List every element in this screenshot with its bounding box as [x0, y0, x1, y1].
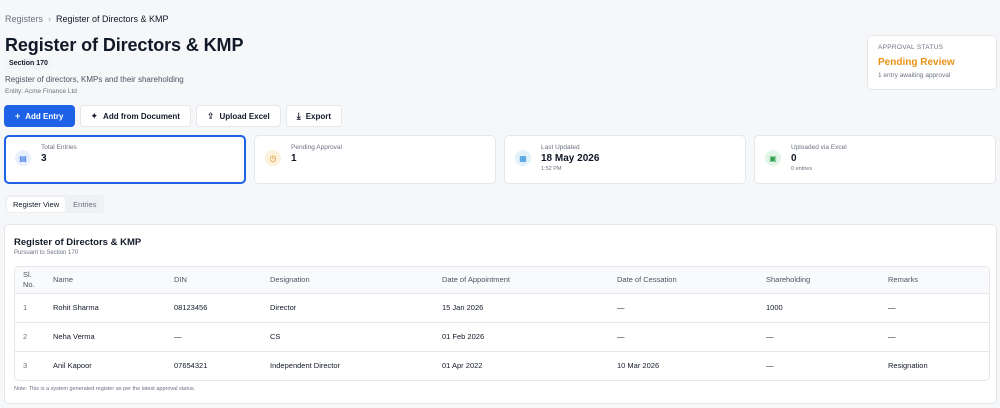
cell-date-of-cessation: 10 Mar 2026 [617, 361, 660, 371]
stat-card-uploaded-excel[interactable]: ▣ Uploaded via Excel 0 0 entries [754, 135, 996, 184]
col-din: DIN [166, 267, 262, 294]
cell-shareholding: 1000 [758, 293, 880, 323]
stat-value: 0 [791, 153, 797, 164]
cell-din: — [166, 322, 262, 352]
cell-din: 08123456 [166, 293, 262, 323]
stat-title: Total Entries [41, 144, 77, 151]
cell-date-of-cessation: — [609, 322, 758, 352]
cell-date-of-appointment: 15 Jan 2026 [434, 293, 609, 323]
stat-sub: 1:52 PM [541, 166, 562, 172]
page-subtitle: Register of directors, KMPs and their sh… [5, 75, 184, 84]
stat-value: 18 May 2026 [541, 153, 600, 164]
add-entry-label: Add Entry [25, 111, 64, 121]
export-button[interactable]: ⤓ Export [285, 105, 343, 127]
section-badge: Section 170 [5, 58, 52, 69]
stat-value: 1 [291, 153, 297, 164]
cell-sl-no: 1 [15, 293, 45, 323]
cell-name: Neha Verma [45, 322, 166, 352]
col-sl-no: Sl. No. [15, 267, 45, 294]
col-name: Name [45, 267, 166, 294]
chevron-right-icon: › [48, 14, 52, 24]
add-from-document-button[interactable]: ✦ Add from Document [79, 105, 191, 127]
upload-excel-button[interactable]: ⇪ Upload Excel [195, 105, 281, 127]
register-footnote: Note: This is a system generated registe… [14, 386, 196, 392]
stat-card-total-entries[interactable]: ▤ Total Entries 3 [4, 135, 246, 184]
download-icon: ⤓ [296, 110, 301, 121]
stat-title: Pending Approval [291, 144, 342, 151]
cell-shareholding: — [766, 361, 774, 371]
col-date-of-appointment: Date of Appointment [434, 267, 609, 294]
table-row: 2 Neha Verma — CS 01 Feb 2026 — — — [15, 322, 989, 352]
breadcrumb: Registers › Register of Directors & KMP [5, 14, 169, 24]
cell-date-of-appointment: 01 Apr 2022 [442, 361, 483, 371]
stat-title: Last Updated [541, 144, 580, 151]
register-table: Sl. No. Name DIN Designation Date of App… [14, 266, 990, 381]
col-designation: Designation [262, 267, 434, 294]
add-entry-button[interactable]: + Add Entry [4, 105, 75, 127]
approval-status-value: Pending Review [878, 57, 955, 68]
register-subtitle: Pursuant to Section 170 [14, 250, 79, 256]
cell-date-of-appointment: 01 Feb 2026 [434, 322, 609, 352]
plus-icon: + [15, 110, 21, 121]
cell-remarks: — [880, 322, 989, 352]
add-from-document-label: Add from Document [103, 111, 180, 121]
cell-designation: Director [262, 293, 434, 323]
cell-designation: CS [262, 322, 434, 352]
tab-entries[interactable]: Entries [67, 197, 102, 212]
table-row: 3 Anil Kapoor 07654321 Independent Direc… [15, 351, 989, 380]
excel-file-icon: ▣ [765, 150, 781, 166]
clipboard-icon: ▤ [15, 150, 31, 166]
table-header-row: Sl. No. Name DIN Designation Date of App… [15, 267, 989, 294]
register-title: Register of Directors & KMP [14, 237, 142, 248]
view-tabs: Register View Entries [5, 195, 105, 213]
sparkle-icon: ✦ [90, 110, 99, 121]
page-title: Register of Directors & KMP [5, 35, 244, 55]
col-shareholding: Shareholding [758, 267, 880, 294]
cell-sl-no: 3 [23, 361, 28, 371]
clock-icon: ◷ [265, 150, 281, 166]
stat-card-pending-approval[interactable]: ◷ Pending Approval 1 [254, 135, 496, 184]
stats-row: ▤ Total Entries 3 ◷ Pending Approval 1 ▦… [4, 135, 996, 184]
cell-din: 07654321 [174, 361, 208, 371]
breadcrumb-registers-link[interactable]: Registers [5, 14, 43, 24]
cell-remarks: Resignation [888, 361, 928, 371]
calendar-icon: ▦ [515, 150, 531, 166]
stat-value: 3 [41, 153, 47, 164]
stat-sub: 0 entries [791, 166, 813, 172]
cell-shareholding: — [758, 322, 880, 352]
cell-remarks: — [880, 293, 989, 323]
cell-sl-no: 2 [15, 322, 45, 352]
cell-name: Rohit Sharma [45, 293, 166, 323]
stat-title: Uploaded via Excel [791, 144, 847, 151]
cell-name: Anil Kapoor [53, 361, 92, 371]
approval-status-note: 1 entry awaiting approval [878, 72, 951, 79]
approval-status-label: APPROVAL STATUS [878, 44, 944, 51]
table-row: 1 Rohit Sharma 08123456 Director 15 Jan … [15, 293, 989, 323]
approval-status-card: APPROVAL STATUS Pending Review 1 entry a… [867, 35, 997, 90]
tab-register-view[interactable]: Register View [7, 196, 66, 212]
register-panel: Register of Directors & KMP Pursuant to … [4, 224, 997, 404]
cell-designation: Independent Director [270, 361, 341, 371]
upload-excel-label: Upload Excel [219, 111, 270, 121]
toolbar: + Add Entry ✦ Add from Document ⇪ Upload… [4, 105, 343, 127]
col-remarks: Remarks [880, 267, 989, 294]
upload-icon: ⇪ [206, 110, 215, 121]
col-date-of-cessation: Date of Cessation [609, 267, 758, 294]
cell-date-of-cessation: — [609, 293, 758, 323]
stat-card-last-updated[interactable]: ▦ Last Updated 18 May 2026 1:52 PM [504, 135, 746, 184]
entity-label: Entity: Acme Finance Ltd [5, 88, 77, 95]
export-label: Export [305, 111, 332, 121]
breadcrumb-current: Register of Directors & KMP [56, 14, 169, 24]
